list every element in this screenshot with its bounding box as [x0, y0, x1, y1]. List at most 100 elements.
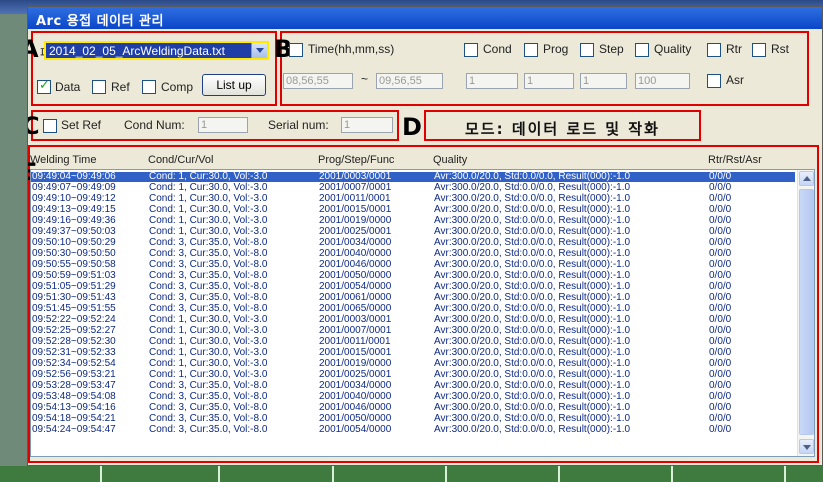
- list-item-cell: 2001/0065/0000: [319, 303, 392, 314]
- list-item-cell: 2001/0054/0000: [319, 281, 392, 292]
- list-item-cell: Avr:300.0/20.0, Std:0.0/0.0, Result(000)…: [434, 369, 631, 380]
- list-item-cell: 0/0/0: [709, 182, 732, 193]
- arc-welding-data-window: Arc 용접 데이터 관리 A 파일 2014_02_05_ArcWelding…: [27, 6, 823, 466]
- list-item[interactable]: 09:51:30~09:51:43 Cond: 3, Cur:35.0, Vol:…: [31, 293, 795, 303]
- list-item-cell: Cond: 1, Cur:30.0, Vol:-3.0: [149, 336, 268, 347]
- list-item-cell: Avr:300.0/20.0, Std:0.0/0.0, Result(000)…: [434, 325, 631, 336]
- welding-data-list[interactable]: 09:49:04~09:49:06 Cond: 1, Cur:30.0, Vol:…: [30, 169, 815, 457]
- cond-value-input[interactable]: 1: [466, 73, 518, 89]
- quality-checkbox[interactable]: [635, 43, 649, 57]
- list-item-cell: 0/0/0: [709, 215, 732, 226]
- list-item-cell: 0/0/0: [709, 193, 732, 204]
- list-item[interactable]: 09:49:13~09:49:15 Cond: 1, Cur:30.0, Vol:…: [31, 205, 795, 215]
- list-item-cell: 2001/0015/0001: [319, 204, 392, 215]
- column-header-rtr[interactable]: Rtr/Rst/Asr: [708, 154, 762, 166]
- list-item[interactable]: 09:52:34~09:52:54 Cond: 1, Cur:30.0, Vol:…: [31, 359, 795, 369]
- list-item-cell: Cond: 1, Cur:30.0, Vol:-3.0: [149, 347, 268, 358]
- serial-num-input[interactable]: 1: [341, 117, 393, 133]
- list-item-cell: 09:54:24~09:54:47: [32, 424, 116, 435]
- list-item-cell: 0/0/0: [709, 358, 732, 369]
- vertical-scrollbar[interactable]: [797, 170, 814, 456]
- list-item[interactable]: 09:50:55~09:50:58 Cond: 3, Cur:35.0, Vol:…: [31, 260, 795, 270]
- asr-checkbox[interactable]: [707, 74, 721, 88]
- column-header-prog[interactable]: Prog/Step/Func: [318, 154, 394, 166]
- ref-checkbox-label: Ref: [111, 80, 130, 94]
- list-item[interactable]: 09:50:30~09:50:50 Cond: 3, Cur:35.0, Vol:…: [31, 249, 795, 259]
- taskbar-divider: [671, 466, 673, 482]
- list-item[interactable]: 09:54:24~09:54:47 Cond: 3, Cur:35.0, Vol:…: [31, 425, 795, 435]
- arrow-down-icon[interactable]: [799, 439, 814, 454]
- list-item[interactable]: 09:54:13~09:54:16 Cond: 3, Cur:35.0, Vol:…: [31, 403, 795, 413]
- rst-checkbox[interactable]: [752, 43, 766, 57]
- desktop-taskbar-bottom: [0, 466, 823, 482]
- list-item-cell: Avr:300.0/20.0, Std:0.0/0.0, Result(000)…: [434, 193, 631, 204]
- list-item-cell: 0/0/0: [709, 281, 732, 292]
- list-item-cell: 2001/0046/0000: [319, 259, 392, 270]
- list-item[interactable]: 09:54:18~09:54:21 Cond: 3, Cur:35.0, Vol:…: [31, 414, 795, 424]
- taskbar-divider: [445, 466, 447, 482]
- list-item-cell: 2001/0040/0000: [319, 391, 392, 402]
- prog-checkbox[interactable]: [524, 43, 538, 57]
- comp-checkbox-label: Comp: [161, 80, 194, 94]
- list-item-cell: Avr:300.0/20.0, Std:0.0/0.0, Result(000)…: [434, 413, 631, 424]
- cond-label: Cond: [483, 42, 512, 56]
- list-item-cell: 2001/0025/0001: [319, 369, 392, 380]
- list-item[interactable]: 09:52:25~09:52:27 Cond: 1, Cur:30.0, Vol:…: [31, 326, 795, 336]
- arrow-up-icon[interactable]: [799, 171, 814, 186]
- list-item-cell: Avr:300.0/20.0, Std:0.0/0.0, Result(000)…: [434, 292, 631, 303]
- window-title: Arc 용접 데이터 관리: [36, 14, 164, 29]
- comp-checkbox[interactable]: [142, 80, 156, 94]
- step-checkbox[interactable]: [580, 43, 594, 57]
- list-item[interactable]: 09:53:28~09:53:47 Cond: 3, Cur:35.0, Vol:…: [31, 381, 795, 391]
- list-item[interactable]: 09:49:16~09:49:36 Cond: 1, Cur:30.0, Vol:…: [31, 216, 795, 226]
- list-item[interactable]: 09:50:59~09:51:03 Cond: 3, Cur:35.0, Vol:…: [31, 271, 795, 281]
- list-item[interactable]: 09:52:22~09:52:24 Cond: 1, Cur:30.0, Vol:…: [31, 315, 795, 325]
- list-item[interactable]: 09:52:31~09:52:33 Cond: 1, Cur:30.0, Vol:…: [31, 348, 795, 358]
- list-item[interactable]: 09:51:45~09:51:55 Cond: 3, Cur:35.0, Vol:…: [31, 304, 795, 314]
- list-item[interactable]: 09:49:04~09:49:06 Cond: 1, Cur:30.0, Vol:…: [31, 172, 795, 182]
- list-item-cell: 09:49:37~09:50:03: [32, 226, 116, 237]
- cond-num-input[interactable]: 1: [198, 117, 248, 133]
- step-value-input[interactable]: 1: [580, 73, 627, 89]
- column-header-welding-time[interactable]: Welding Time: [30, 154, 96, 166]
- list-item-cell: 0/0/0: [709, 391, 732, 402]
- list-item[interactable]: 09:50:10~09:50:29 Cond: 3, Cur:35.0, Vol:…: [31, 238, 795, 248]
- list-item-cell: Avr:300.0/20.0, Std:0.0/0.0, Result(000)…: [434, 314, 631, 325]
- list-item-cell: 2001/0015/0001: [319, 347, 392, 358]
- list-item[interactable]: 09:49:10~09:49:12 Cond: 1, Cur:30.0, Vol:…: [31, 194, 795, 204]
- list-item[interactable]: 09:49:07~09:49:09 Cond: 1, Cur:30.0, Vol:…: [31, 183, 795, 193]
- list-item-cell: Avr:300.0/20.0, Std:0.0/0.0, Result(000)…: [434, 270, 631, 281]
- data-checkbox[interactable]: [37, 78, 51, 94]
- list-item-cell: 09:49:04~09:49:06: [32, 171, 116, 182]
- list-item-cell: Avr:300.0/20.0, Std:0.0/0.0, Result(000)…: [434, 171, 631, 182]
- file-select[interactable]: 2014_02_05_ArcWeldingData.txt: [44, 41, 269, 60]
- quality-value-input[interactable]: 100: [635, 73, 690, 89]
- list-item-cell: Cond: 1, Cur:30.0, Vol:-3.0: [149, 204, 268, 215]
- list-item-cell: 0/0/0: [709, 413, 732, 424]
- scrollbar-thumb[interactable]: [799, 189, 814, 435]
- list-item[interactable]: 09:49:37~09:50:03 Cond: 1, Cur:30.0, Vol:…: [31, 227, 795, 237]
- rtr-checkbox[interactable]: [707, 43, 721, 57]
- list-up-button[interactable]: List up: [202, 74, 266, 96]
- list-item-cell: 2001/0003/0001: [319, 171, 392, 182]
- time-checkbox[interactable]: [289, 43, 303, 57]
- list-item[interactable]: 09:51:05~09:51:29 Cond: 3, Cur:35.0, Vol:…: [31, 282, 795, 292]
- list-item-cell: Cond: 3, Cur:35.0, Vol:-8.0: [149, 380, 268, 391]
- time-from-input[interactable]: 08,56,55: [283, 73, 353, 89]
- column-header-cond[interactable]: Cond/Cur/Vol: [148, 154, 213, 166]
- prog-value-input[interactable]: 1: [524, 73, 574, 89]
- list-item[interactable]: 09:52:56~09:53:21 Cond: 1, Cur:30.0, Vol:…: [31, 370, 795, 380]
- ref-checkbox[interactable]: [92, 80, 106, 94]
- cond-num-label: Cond Num:: [124, 118, 185, 132]
- list-item-cell: 09:49:07~09:49:09: [32, 182, 116, 193]
- time-separator: ~: [361, 72, 369, 86]
- list-item-cell: Avr:300.0/20.0, Std:0.0/0.0, Result(000)…: [434, 336, 631, 347]
- list-item[interactable]: 09:52:28~09:52:30 Cond: 1, Cur:30.0, Vol:…: [31, 337, 795, 347]
- chevron-down-icon[interactable]: [251, 43, 267, 58]
- list-item-cell: Cond: 3, Cur:35.0, Vol:-8.0: [149, 292, 268, 303]
- set-ref-checkbox[interactable]: [43, 119, 57, 133]
- time-to-input[interactable]: 09,56,55: [376, 73, 443, 89]
- cond-checkbox[interactable]: [464, 43, 478, 57]
- column-header-quality[interactable]: Quality: [433, 154, 467, 166]
- list-item[interactable]: 09:53:48~09:54:08 Cond: 3, Cur:35.0, Vol:…: [31, 392, 795, 402]
